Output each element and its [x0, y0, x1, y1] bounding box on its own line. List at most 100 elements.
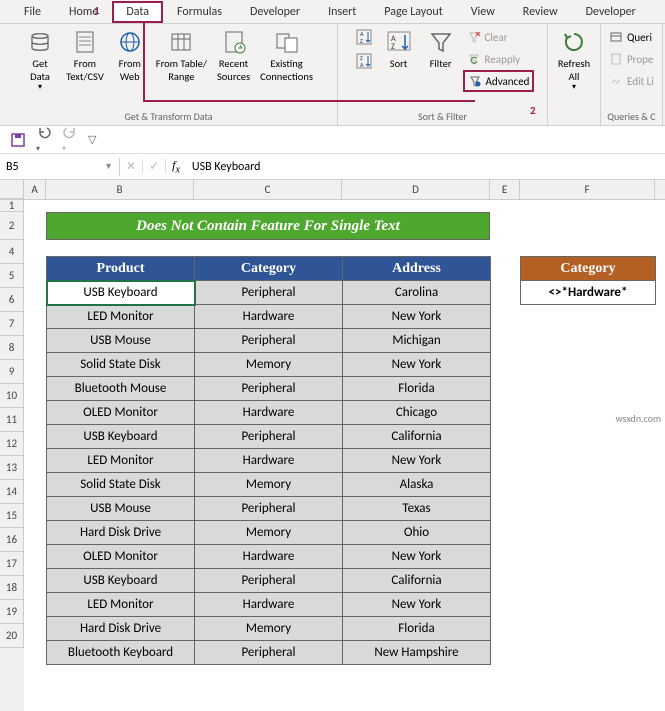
row-header-2[interactable]: 2: [0, 212, 24, 240]
table-cell[interactable]: Solid State Disk: [47, 473, 195, 497]
table-cell[interactable]: Michigan: [343, 329, 491, 353]
name-box[interactable]: B5 ▼: [0, 158, 120, 176]
tab-file[interactable]: File: [10, 1, 55, 23]
criteria-value[interactable]: <>*Hardware*: [521, 281, 656, 305]
table-cell[interactable]: LED Monitor: [47, 449, 195, 473]
table-cell[interactable]: Carolina: [343, 281, 491, 305]
col-header-F[interactable]: F: [520, 180, 655, 199]
table-cell[interactable]: Texas: [343, 497, 491, 521]
tab-developer[interactable]: Developer: [572, 1, 650, 23]
table-cell[interactable]: New Hampshire: [343, 641, 491, 665]
table-cell[interactable]: California: [343, 569, 491, 593]
table-cell[interactable]: Ohio: [343, 521, 491, 545]
col-header-E[interactable]: E: [490, 180, 520, 199]
table-cell[interactable]: OLED Monitor: [47, 401, 195, 425]
row-header-8[interactable]: 8: [0, 336, 24, 360]
tab-developer[interactable]: Developer: [236, 1, 314, 23]
table-cell[interactable]: Hardware: [195, 449, 343, 473]
table-cell[interactable]: Hard Disk Drive: [47, 521, 195, 545]
col-header-C[interactable]: C: [194, 180, 342, 199]
tab-data[interactable]: Data: [112, 1, 163, 23]
row-header-13[interactable]: 13: [0, 456, 24, 480]
table-cell[interactable]: Peripheral: [195, 281, 343, 305]
row-header-16[interactable]: 16: [0, 528, 24, 552]
table-cell[interactable]: Peripheral: [195, 377, 343, 401]
table-cell[interactable]: Peripheral: [195, 569, 343, 593]
cancel-formula-btn[interactable]: ✕: [120, 159, 143, 174]
table-cell[interactable]: New York: [343, 353, 491, 377]
tab-home[interactable]: Home: [55, 1, 112, 23]
table-cell[interactable]: OLED Monitor: [47, 545, 195, 569]
row-header-19[interactable]: 19: [0, 600, 24, 624]
table-cell[interactable]: Hard Disk Drive: [47, 617, 195, 641]
row-header-9[interactable]: 9: [0, 360, 24, 384]
undo-btn[interactable]: ▾: [36, 124, 52, 155]
table-cell[interactable]: USB Mouse: [47, 497, 195, 521]
row-header-15[interactable]: 15: [0, 504, 24, 528]
redo-btn[interactable]: ▾: [62, 124, 78, 155]
row-header-4[interactable]: 4: [0, 240, 24, 264]
row-header-18[interactable]: 18: [0, 576, 24, 600]
table-cell[interactable]: Hardware: [195, 545, 343, 569]
tab-page-layout[interactable]: Page Layout: [370, 1, 456, 23]
table-cell[interactable]: New York: [343, 449, 491, 473]
existing-connections-btn[interactable]: Existing Connections: [256, 26, 317, 85]
advanced-btn[interactable]: Advanced: [463, 70, 535, 92]
tab-view[interactable]: View: [457, 1, 509, 23]
col-header-A[interactable]: A: [24, 180, 46, 199]
table-cell[interactable]: New York: [343, 593, 491, 617]
table-cell[interactable]: LED Monitor: [47, 593, 195, 617]
table-cell[interactable]: Chicago: [343, 401, 491, 425]
table-cell[interactable]: LED Monitor: [47, 305, 195, 329]
cells-area[interactable]: Does Not Contain Feature For Single Text…: [24, 200, 665, 711]
table-cell[interactable]: New York: [343, 305, 491, 329]
accept-formula-btn[interactable]: ✓: [143, 159, 166, 174]
table-cell[interactable]: California: [343, 425, 491, 449]
from-web-btn[interactable]: From Web: [110, 26, 150, 85]
row-header-7[interactable]: 7: [0, 312, 24, 336]
table-cell[interactable]: Bluetooth Keyboard: [47, 641, 195, 665]
col-header-B[interactable]: B: [46, 180, 194, 199]
row-header-6[interactable]: 6: [0, 288, 24, 312]
table-cell[interactable]: Florida: [343, 617, 491, 641]
sort-az-btn[interactable]: AZ: [351, 26, 377, 48]
table-cell[interactable]: Memory: [195, 353, 343, 377]
row-header-5[interactable]: 5: [0, 264, 24, 288]
refresh-all-btn[interactable]: Refresh All ▾: [554, 26, 594, 95]
row-header-11[interactable]: 11: [0, 408, 24, 432]
table-cell[interactable]: Peripheral: [195, 641, 343, 665]
from-table-range-btn[interactable]: From Table/ Range: [152, 26, 211, 85]
row-header-10[interactable]: 10: [0, 384, 24, 408]
tab-insert[interactable]: Insert: [314, 1, 370, 23]
formula-input[interactable]: USB Keyboard: [186, 158, 665, 176]
table-cell[interactable]: Florida: [343, 377, 491, 401]
table-cell[interactable]: Peripheral: [195, 497, 343, 521]
table-cell[interactable]: Alaska: [343, 473, 491, 497]
table-cell[interactable]: Peripheral: [195, 329, 343, 353]
table-cell[interactable]: Hardware: [195, 401, 343, 425]
row-header-12[interactable]: 12: [0, 432, 24, 456]
edit-links-btn[interactable]: Edit Li: [605, 70, 658, 92]
tab-formulas[interactable]: Formulas: [163, 1, 236, 23]
col-header-D[interactable]: D: [342, 180, 490, 199]
table-cell[interactable]: Hardware: [195, 593, 343, 617]
table-cell[interactable]: New York: [343, 545, 491, 569]
row-header-1[interactable]: 1: [0, 200, 24, 212]
properties-btn[interactable]: Prope: [605, 48, 658, 70]
table-cell[interactable]: USB Keyboard: [47, 425, 195, 449]
table-cell[interactable]: Solid State Disk: [47, 353, 195, 377]
table-cell[interactable]: Peripheral: [195, 425, 343, 449]
sort-za-btn[interactable]: ZA: [351, 50, 377, 72]
table-cell[interactable]: Memory: [195, 617, 343, 641]
row-header-14[interactable]: 14: [0, 480, 24, 504]
table-cell[interactable]: Memory: [195, 521, 343, 545]
table-cell[interactable]: Bluetooth Mouse: [47, 377, 195, 401]
save-btn[interactable]: [10, 132, 26, 148]
reapply-btn[interactable]: Reapply: [463, 48, 535, 70]
from-text-csv-btn[interactable]: From Text/CSV: [62, 26, 108, 85]
queries-btn[interactable]: Queri: [605, 26, 658, 48]
clear-btn[interactable]: Clear: [463, 26, 535, 48]
row-header-17[interactable]: 17: [0, 552, 24, 576]
recent-sources-btn[interactable]: Recent Sources: [213, 26, 254, 85]
table-cell[interactable]: USB Keyboard: [47, 281, 195, 305]
